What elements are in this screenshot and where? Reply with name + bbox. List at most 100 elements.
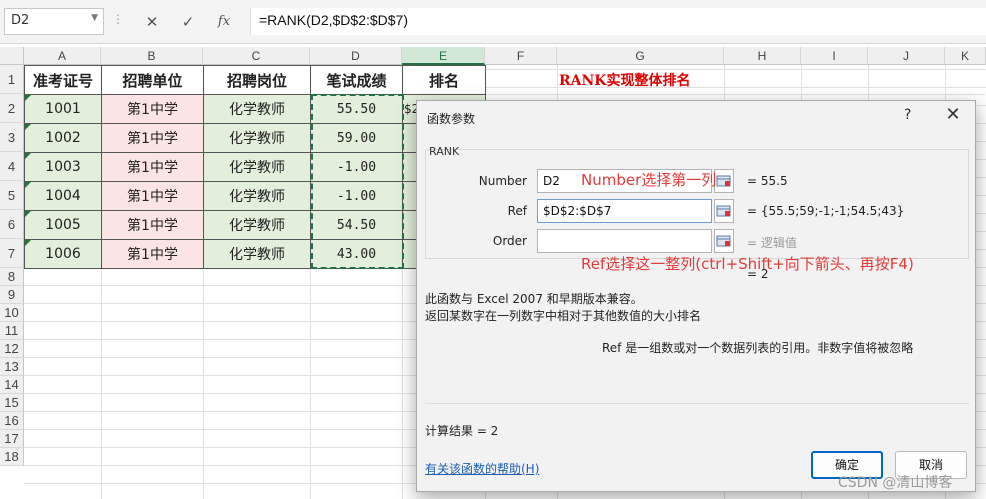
ref-range-picker-icon[interactable]: [714, 199, 734, 223]
table-cell-unit[interactable]: 第1中学: [101, 94, 204, 124]
header-cell-score[interactable]: 笔试成绩: [310, 65, 403, 95]
column-header-a[interactable]: A: [24, 47, 101, 65]
number-label: Number: [478, 174, 527, 188]
row-header-17[interactable]: 17: [0, 430, 24, 448]
grid-line: [485, 94, 985, 95]
error-indicator-icon: [25, 153, 31, 159]
table-cell-position[interactable]: 化学教师: [203, 239, 311, 269]
row-header-13[interactable]: 13: [0, 358, 24, 376]
cancel-formula-icon[interactable]: ✕: [138, 9, 166, 35]
row-header-10[interactable]: 10: [0, 304, 24, 322]
ref-result: = {55.5;59;-1;-1;54.5;43}: [747, 204, 905, 218]
column-header-c[interactable]: C: [203, 47, 310, 65]
table-cell-unit[interactable]: 第1中学: [101, 181, 204, 211]
column-header-g[interactable]: G: [557, 47, 724, 65]
table-cell-id[interactable]: 1002: [24, 123, 102, 153]
table-cell-score[interactable]: -1.00: [310, 152, 403, 182]
header-cell-unit[interactable]: 招聘单位: [101, 65, 204, 95]
table-cell-position[interactable]: 化学教师: [203, 210, 311, 240]
error-indicator-icon: [25, 95, 31, 101]
divider: [425, 403, 969, 404]
row-header-6[interactable]: 6: [0, 210, 24, 239]
column-header-d[interactable]: D: [310, 47, 402, 65]
table-cell-position[interactable]: 化学教师: [203, 94, 311, 124]
table-cell-score[interactable]: 54.50: [310, 210, 403, 240]
table-cell-id[interactable]: 1004: [24, 181, 102, 211]
row-header-18[interactable]: 18: [0, 448, 24, 466]
number-result: = 55.5: [747, 174, 788, 188]
table-cell-score[interactable]: 55.50: [310, 94, 403, 124]
select-all-corner[interactable]: [0, 47, 24, 65]
column-header-i[interactable]: I: [801, 47, 868, 65]
row-header-2[interactable]: 2: [0, 94, 24, 123]
row-header-12[interactable]: 12: [0, 340, 24, 358]
row-header-9[interactable]: 9: [0, 286, 24, 304]
grid-line: [101, 268, 102, 499]
close-icon[interactable]: ✕: [940, 104, 966, 130]
name-box[interactable]: D2 ▼: [4, 8, 104, 35]
row-header-3[interactable]: 3: [0, 123, 24, 152]
ref-label: Ref: [507, 204, 527, 218]
error-indicator-icon: [25, 124, 31, 130]
column-header-e[interactable]: E: [402, 47, 485, 65]
row-header-8[interactable]: 8: [0, 268, 24, 286]
description-compat: 此函数与 Excel 2007 和早期版本兼容。: [425, 292, 643, 306]
order-input[interactable]: [537, 229, 712, 253]
table-cell-position[interactable]: 化学教师: [203, 123, 311, 153]
table-cell-unit[interactable]: 第1中学: [101, 152, 204, 182]
header-cell-rank[interactable]: 排名: [402, 65, 486, 95]
table-cell-position[interactable]: 化学教师: [203, 181, 311, 211]
error-indicator-icon: [25, 240, 31, 246]
row-header-4[interactable]: 4: [0, 152, 24, 181]
table-cell-id[interactable]: 1001: [24, 94, 102, 124]
function-help-link[interactable]: 有关该函数的帮助(H): [425, 460, 539, 477]
cell-text: 1001: [45, 101, 81, 117]
help-icon[interactable]: ?: [904, 107, 911, 123]
row-header-11[interactable]: 11: [0, 322, 24, 340]
formula-bar: D2 ▼ ⋮ ✕ ✓ fx =RANK(D2,$D$2:$D$7): [0, 0, 986, 44]
column-header-j[interactable]: J: [868, 47, 945, 65]
cell-text: 1005: [45, 217, 81, 233]
number-range-picker-icon[interactable]: [714, 169, 734, 193]
header-cell-position[interactable]: 招聘岗位: [203, 65, 311, 95]
grid-line: [402, 268, 403, 499]
range-picker-glyph: [716, 205, 731, 217]
row-header-14[interactable]: 14: [0, 376, 24, 394]
row-header-16[interactable]: 16: [0, 412, 24, 430]
row-header-7[interactable]: 7: [0, 239, 24, 268]
table-cell-id[interactable]: 1006: [24, 239, 102, 269]
table-cell-id[interactable]: 1003: [24, 152, 102, 182]
description-text: 返回某数字在一列数字中相对于其他数值的大小排名: [425, 309, 702, 323]
calc-result: 计算结果 = 2: [425, 424, 499, 438]
formula-input[interactable]: =RANK(D2,$D$2:$D$7): [250, 8, 986, 35]
table-cell-id[interactable]: 1005: [24, 210, 102, 240]
column-header-f[interactable]: F: [485, 47, 557, 65]
column-header-b[interactable]: B: [101, 47, 203, 65]
chevron-down-icon[interactable]: ▼: [91, 13, 98, 23]
column-header-h[interactable]: H: [724, 47, 801, 65]
enter-formula-icon[interactable]: ✓: [174, 9, 202, 35]
table-cell-score[interactable]: 59.00: [310, 123, 403, 153]
order-range-picker-icon[interactable]: [714, 229, 734, 253]
function-name: RANK: [429, 145, 460, 158]
order-label: Order: [492, 234, 527, 248]
formula-result: = 2: [747, 267, 769, 281]
sheet-title[interactable]: RANK实现整体排名: [559, 70, 690, 90]
ref-input[interactable]: $D$2:$D$7: [537, 199, 712, 223]
table-cell-score[interactable]: -1.00: [310, 181, 403, 211]
column-header-k[interactable]: K: [945, 47, 986, 65]
header-cell-id[interactable]: 准考证号: [24, 65, 102, 95]
table-cell-unit[interactable]: 第1中学: [101, 123, 204, 153]
table-cell-unit[interactable]: 第1中学: [101, 210, 204, 240]
function-arguments-dialog: 函数参数 ? ✕ RANK Number D2 = 55.5 Ref $D$2:…: [416, 100, 976, 492]
table-cell-score[interactable]: 43.00: [310, 239, 403, 269]
insert-function-icon[interactable]: fx: [210, 9, 238, 35]
table-cell-position[interactable]: 化学教师: [203, 152, 311, 182]
annotation-number: Number选择第一列: [581, 171, 717, 189]
dialog-title: 函数参数: [427, 112, 476, 126]
range-picker-glyph: [716, 235, 731, 247]
table-cell-unit[interactable]: 第1中学: [101, 239, 204, 269]
row-header-15[interactable]: 15: [0, 394, 24, 412]
row-header-1[interactable]: 1: [0, 65, 24, 94]
row-header-5[interactable]: 5: [0, 181, 24, 210]
